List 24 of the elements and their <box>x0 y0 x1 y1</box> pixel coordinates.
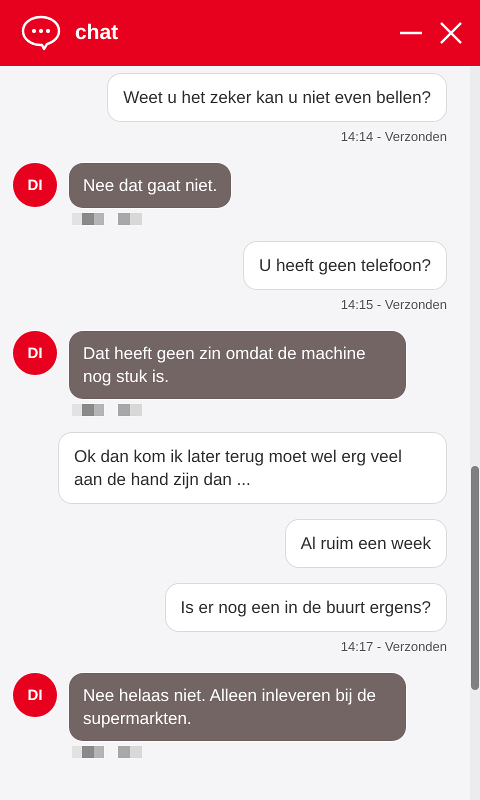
sent-message: Al ruim een week <box>284 519 447 568</box>
minimize-button[interactable] <box>399 31 423 35</box>
received-message: Nee dat gaat niet. <box>69 163 232 208</box>
minus-icon <box>399 31 423 35</box>
message-status: 14:15 - Verzonden <box>340 297 447 312</box>
message-status: 14:14 - Verzonden <box>340 129 447 144</box>
sent-message: Weet u het zeker kan u niet even bellen? <box>107 73 447 122</box>
sent-message: Is er nog een in de buurt ergens? <box>164 583 447 632</box>
received-message: Nee helaas niet. Alleen inleveren bij de supermarkten. <box>69 673 406 741</box>
close-icon <box>439 21 463 45</box>
blurred-text-drawing <box>72 213 142 225</box>
blurred-text-drawing <box>72 746 142 758</box>
scrollbar-thumb[interactable] <box>471 466 479 690</box>
chat-bubble-icon <box>21 15 61 51</box>
sent-message: U heeft geen telefoon? <box>242 241 447 290</box>
close-button[interactable] <box>439 21 463 45</box>
message-status: 14:17 - Verzonden <box>340 639 447 654</box>
agent-avatar: DI <box>13 673 57 717</box>
chat-title: chat <box>75 21 120 45</box>
sent-message: Ok dan kom ik later terug moet wel erg veel aan de hand zijn dan ... <box>58 432 447 504</box>
agent-avatar: DI <box>13 331 57 375</box>
received-message: Dat heeft geen zin omdat de machine nog stuk is. <box>69 331 406 399</box>
blurred-text-drawing <box>72 404 142 416</box>
agent-avatar: DI <box>13 163 57 207</box>
